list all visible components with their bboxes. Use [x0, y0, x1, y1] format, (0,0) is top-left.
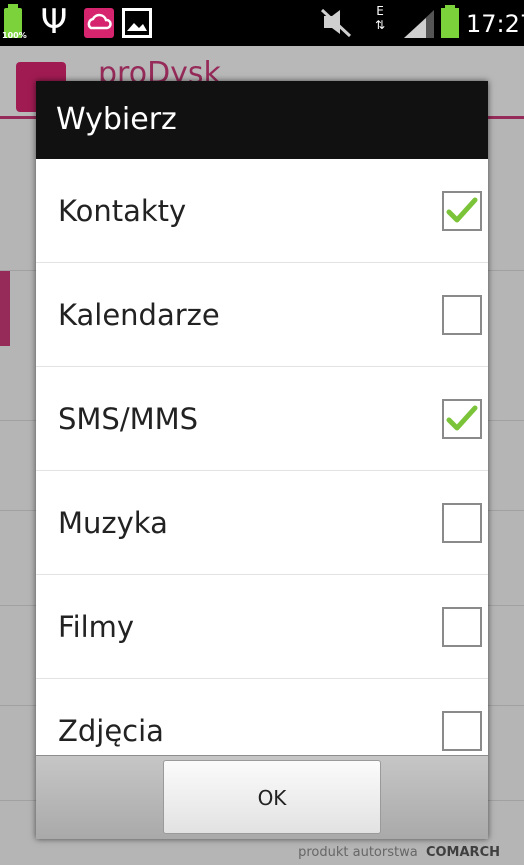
options-list[interactable]: Kontakty Kalendarze SMS/MMS Muzyka Filmy… [36, 159, 488, 755]
data-arrows-icon: ⇅ [374, 18, 386, 32]
checkbox[interactable] [442, 295, 482, 335]
list-item-calendars[interactable]: Kalendarze [36, 263, 488, 367]
checkbox[interactable] [442, 191, 482, 231]
checkbox[interactable] [442, 607, 482, 647]
list-item-label: Kalendarze [58, 298, 220, 332]
usb-icon: Ψ [40, 2, 68, 42]
list-item-photos[interactable]: Zdjęcia [36, 679, 488, 755]
cloud-sync-notification-icon [84, 8, 114, 38]
image-notification-icon [122, 8, 152, 38]
battery-percent-label: 100% [2, 31, 27, 40]
edge-data-icon: E ⇅ [372, 4, 388, 32]
checkbox[interactable] [442, 503, 482, 543]
checkbox[interactable] [442, 399, 482, 439]
silent-mode-icon [318, 6, 354, 40]
edge-data-letter: E [376, 4, 384, 18]
ok-button[interactable]: OK [163, 760, 381, 834]
list-item-movies[interactable]: Filmy [36, 575, 488, 679]
checkbox[interactable] [442, 711, 482, 751]
list-item-label: Zdjęcia [58, 714, 164, 748]
signal-strength-icon [402, 8, 436, 38]
list-item-label: Filmy [58, 610, 135, 644]
list-item-label: Kontakty [58, 194, 187, 228]
list-item-contacts[interactable]: Kontakty [36, 159, 488, 263]
choose-dialog: Wybierz Kontakty Kalendarze SMS/MMS Muzy… [36, 81, 488, 839]
list-item-music[interactable]: Muzyka [36, 471, 488, 575]
dialog-button-bar: OK [36, 755, 488, 839]
dialog-title: Wybierz [36, 81, 488, 159]
status-bar: 100% Ψ E ⇅ 17:27 [0, 0, 524, 46]
list-item-label: SMS/MMS [58, 402, 199, 436]
check-icon [446, 405, 478, 431]
battery-icon [441, 8, 459, 38]
list-item-sms-mms[interactable]: SMS/MMS [36, 367, 488, 471]
clock: 17:27 [466, 10, 524, 38]
check-icon [446, 197, 478, 223]
list-item-label: Muzyka [58, 506, 168, 540]
